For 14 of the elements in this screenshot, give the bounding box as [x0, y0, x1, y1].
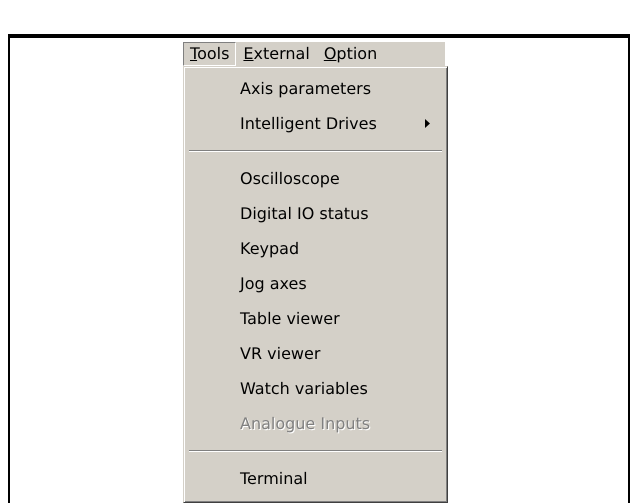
- menu-bar-item[interactable]: Tools: [183, 42, 236, 66]
- menu-item[interactable]: Keypad: [187, 231, 444, 266]
- menu-item[interactable]: Digital IO status: [187, 196, 444, 231]
- menu-item[interactable]: Intelligent Drives: [187, 106, 444, 141]
- menu-bar-item[interactable]: External: [236, 42, 317, 66]
- menu-item[interactable]: Table viewer: [187, 301, 444, 336]
- submenu-arrow-icon: [425, 119, 430, 128]
- menu-bar-item[interactable]: Option: [316, 42, 384, 66]
- menu-item[interactable]: Terminal: [187, 461, 444, 496]
- menu-item[interactable]: Oscilloscope: [187, 161, 444, 196]
- menu-item[interactable]: VR viewer: [187, 336, 444, 371]
- menu-item[interactable]: Jog axes: [187, 266, 444, 301]
- menu-item[interactable]: Axis parameters: [187, 71, 444, 106]
- menu-item[interactable]: Watch variables: [187, 371, 444, 406]
